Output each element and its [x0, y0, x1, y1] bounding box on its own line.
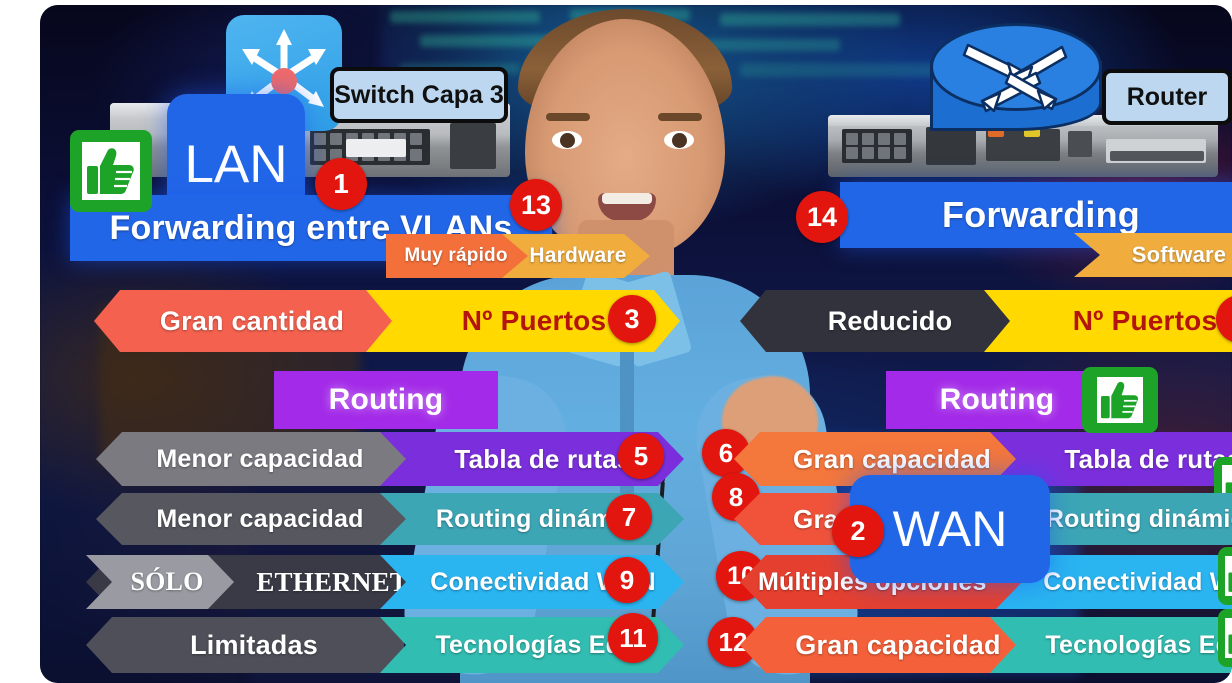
right-row-ports-feature-label: Nº Puertos	[1072, 305, 1218, 336]
plaque-router-label: Router	[1126, 82, 1208, 111]
wan-tile-label: WAN	[892, 501, 1008, 557]
left-row-edge-tech-value-label: Limitadas	[190, 629, 318, 660]
thumbs-up-icon	[70, 130, 152, 212]
left-routing-group-header: Routing	[274, 371, 498, 429]
tag-muy-rapido-label: Muy rápido	[404, 245, 508, 266]
left-row-routing-table-value: Menor capacidad	[96, 432, 406, 486]
left-row-dynamic-routing-value: Menor capacidad	[96, 493, 406, 545]
lan-tile-label: LAN	[184, 134, 288, 194]
tag-software-label: Software	[1131, 242, 1227, 267]
badge-11-label: 11	[619, 623, 647, 653]
plaque-router: Router	[1102, 69, 1232, 125]
badge-13: 13	[510, 179, 562, 231]
left-row-routing-table-value-label: Menor capacidad	[156, 444, 364, 473]
left-row-ports-value-label: Gran cantidad	[159, 305, 345, 336]
badge-2: 2	[832, 505, 884, 557]
badge-5-label: 5	[633, 441, 649, 471]
right-row-ports-feature: Nº Puertos	[984, 290, 1232, 352]
left-row-edge-tech-value: Limitadas	[86, 617, 404, 673]
right-forwarding-label: Forwarding	[942, 194, 1140, 235]
presenter-pupil	[560, 133, 575, 148]
right-row-edge-tech-feature: Tecnologías Edge	[990, 617, 1232, 673]
right-row-edge-tech-value-label: Gran capacidad	[795, 629, 1001, 660]
badge-5: 5	[618, 433, 664, 479]
plaque-switch-capa-3: Switch Capa 3	[330, 67, 508, 123]
badge-14: 14	[796, 191, 848, 243]
left-row-wan-connectivity-value-label: ETHERNET	[256, 566, 408, 597]
right-routing-group-header: Routing	[886, 371, 1108, 429]
left-row-wan-connectivity-prefix-label: SÓLO	[130, 567, 204, 596]
right-row-ports-value: Reducido	[740, 290, 1026, 352]
badge-3: 3	[608, 295, 656, 343]
right-row-edge-tech-value: Gran capacidad	[740, 617, 1038, 673]
badge-6-label: 6	[718, 438, 734, 468]
right-row-routing-table-feature-label: Tabla de rutas	[1064, 443, 1232, 474]
right-row-dynamic-routing-feature-label: Routing dinámico	[1045, 504, 1231, 533]
badge-7-label: 7	[621, 502, 637, 532]
left-row-dynamic-routing-value-label: Menor capacidad	[156, 504, 364, 533]
right-row-routing-table-value-label: Gran capacidad	[793, 443, 991, 474]
badge-9-label: 9	[619, 565, 635, 595]
right-routing-group-label: Routing	[939, 383, 1055, 416]
badge-14-label: 14	[806, 201, 838, 232]
badge-8-label: 8	[728, 482, 744, 512]
right-row-ports-value-label: Reducido	[827, 305, 953, 336]
thumbs-up-icon	[1218, 609, 1232, 667]
router-cylinder-icon	[930, 23, 1102, 131]
presenter-pupil	[672, 133, 687, 148]
left-row-ports-feature-label: Nº Puertos	[461, 305, 607, 336]
badge-9: 9	[604, 557, 650, 603]
right-row-wan-connectivity-feature-label: Conectividad WAN	[1043, 567, 1203, 596]
presenter-eyebrow	[546, 113, 590, 121]
plaque-switch-label: Switch Capa 3	[334, 80, 504, 109]
video-frame: Switch Capa 3 Router LAN Forwarding entr…	[40, 5, 1232, 683]
left-routing-group-label: Routing	[328, 383, 444, 416]
left-row-ports-value: Gran cantidad	[94, 290, 392, 352]
badge-2-label: 2	[850, 515, 866, 546]
badge-1-label: 1	[333, 168, 349, 199]
badge-11: 11	[608, 613, 658, 663]
badge-7: 7	[606, 494, 652, 540]
presenter-eyebrow	[658, 113, 702, 121]
presenter-teeth	[602, 193, 652, 204]
badge-1: 1	[315, 158, 367, 210]
left-row-routing-table-feature-label: Tabla de rutas	[454, 443, 632, 474]
thumbs-up-icon	[1082, 367, 1158, 433]
badge-13-label: 13	[520, 189, 552, 220]
tag-hardware-label: Hardware	[529, 244, 627, 267]
badge-3-label: 3	[624, 303, 640, 334]
right-row-edge-tech-feature-label: Tecnologías Edge	[1045, 630, 1232, 659]
thumbs-up-icon	[1218, 547, 1232, 605]
